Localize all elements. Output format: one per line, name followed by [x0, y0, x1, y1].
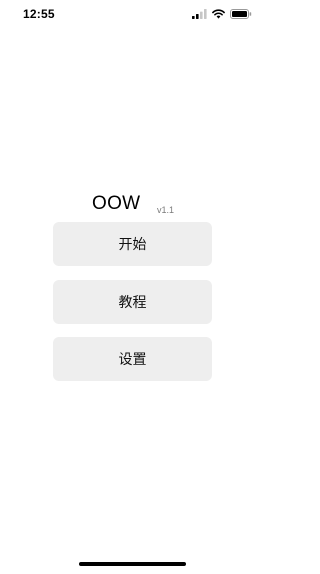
tutorial-button[interactable]: 教程 — [53, 280, 212, 324]
app-version: v1.1 — [157, 205, 175, 215]
signal-icon — [192, 9, 207, 19]
start-button[interactable]: 开始 — [53, 222, 212, 266]
battery-icon — [230, 9, 252, 19]
status-bar: 12:55 — [0, 0, 265, 30]
app-title: OOW — [92, 193, 141, 214]
status-icons — [192, 9, 252, 19]
start-button-label: 开始 — [118, 237, 147, 253]
status-time: 12:55 — [23, 7, 55, 21]
settings-button[interactable]: 设置 — [53, 337, 212, 381]
wifi-icon — [212, 9, 225, 19]
app-screen: 12:55 OOW v1.1 开始 教程 设置 — [0, 0, 265, 574]
home-indicator[interactable] — [79, 562, 186, 566]
tutorial-button-label: 教程 — [118, 295, 147, 311]
settings-button-label: 设置 — [118, 352, 147, 368]
